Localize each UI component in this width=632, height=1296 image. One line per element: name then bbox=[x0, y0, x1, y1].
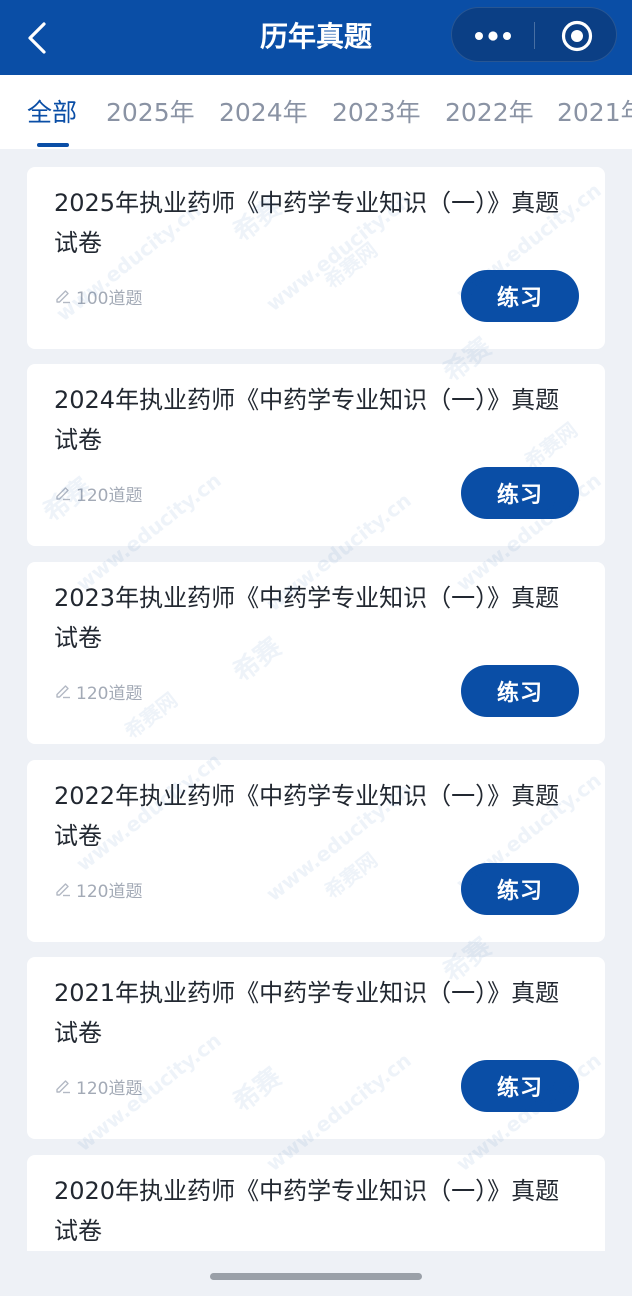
question-count-label: 100道题 bbox=[76, 288, 143, 309]
paper-card[interactable]: 2025年执业药师《中药学专业知识（一）》真题试卷 100道题 练习 bbox=[27, 167, 605, 349]
close-mini-program-button[interactable] bbox=[535, 8, 618, 63]
question-count: 120道题 bbox=[54, 678, 142, 704]
pencil-icon bbox=[56, 487, 70, 501]
tab-2024[interactable]: 2024年 bbox=[219, 97, 308, 129]
paper-title: 2023年执业药师《中药学专业知识（一）》真题试卷 bbox=[54, 584, 560, 652]
tab-2021[interactable]: 2021年 bbox=[557, 97, 632, 129]
pencil-icon bbox=[56, 290, 70, 304]
paper-card[interactable]: 2021年执业药师《中药学专业知识（一）》真题试卷 120道题 练习 bbox=[27, 957, 605, 1139]
paper-card[interactable]: 2022年执业药师《中药学专业知识（一）》真题试卷 120道题 练习 bbox=[27, 760, 605, 942]
home-indicator bbox=[210, 1273, 422, 1280]
mini-program-capsule bbox=[451, 7, 617, 62]
question-count: 100道题 bbox=[54, 283, 142, 309]
more-dots-icon bbox=[475, 30, 511, 41]
paper-title: 2022年执业药师《中药学专业知识（一）》真题试卷 bbox=[54, 782, 560, 850]
question-count: 120道题 bbox=[54, 876, 142, 902]
paper-card[interactable]: 2024年执业药师《中药学专业知识（一）》真题试卷 120道题 练习 bbox=[27, 364, 605, 546]
tab-2022[interactable]: 2022年 bbox=[445, 97, 534, 129]
paper-title: 2020年执业药师《中药学专业知识（一）》真题试卷 bbox=[54, 1177, 560, 1245]
tab-2025[interactable]: 2025年 bbox=[106, 97, 195, 129]
tab-all[interactable]: 全部 bbox=[27, 97, 77, 129]
year-tabs: 全部 2025年 2024年 2023年 2022年 2021年 bbox=[0, 75, 632, 149]
pencil-icon bbox=[56, 685, 70, 699]
target-icon bbox=[561, 20, 592, 51]
question-count: 120道题 bbox=[54, 480, 142, 506]
pencil-icon bbox=[56, 883, 70, 897]
question-count-label: 120道题 bbox=[76, 881, 143, 902]
practice-button[interactable]: 练习 bbox=[461, 1060, 579, 1112]
practice-button[interactable]: 练习 bbox=[461, 467, 579, 519]
practice-button[interactable]: 练习 bbox=[461, 270, 579, 322]
paper-title: 2025年执业药师《中药学专业知识（一）》真题试卷 bbox=[54, 189, 560, 257]
practice-button[interactable]: 练习 bbox=[461, 665, 579, 717]
paper-title: 2024年执业药师《中药学专业知识（一）》真题试卷 bbox=[54, 386, 560, 454]
question-count-label: 120道题 bbox=[76, 1078, 143, 1099]
paper-card[interactable]: 2023年执业药师《中药学专业知识（一）》真题试卷 120道题 练习 bbox=[27, 562, 605, 744]
more-button[interactable] bbox=[452, 8, 534, 63]
pencil-icon bbox=[56, 1080, 70, 1094]
paper-card[interactable]: 2020年执业药师《中药学专业知识（一）》真题试卷 bbox=[27, 1155, 605, 1251]
top-navigation-bar: 历年真题 bbox=[0, 0, 632, 75]
active-tab-indicator bbox=[37, 143, 69, 147]
question-count-label: 120道题 bbox=[76, 683, 143, 704]
tab-2023[interactable]: 2023年 bbox=[332, 97, 421, 129]
practice-button[interactable]: 练习 bbox=[461, 863, 579, 915]
paper-title: 2021年执业药师《中药学专业知识（一）》真题试卷 bbox=[54, 979, 560, 1047]
question-count-label: 120道题 bbox=[76, 485, 143, 506]
question-count: 120道题 bbox=[54, 1073, 142, 1099]
